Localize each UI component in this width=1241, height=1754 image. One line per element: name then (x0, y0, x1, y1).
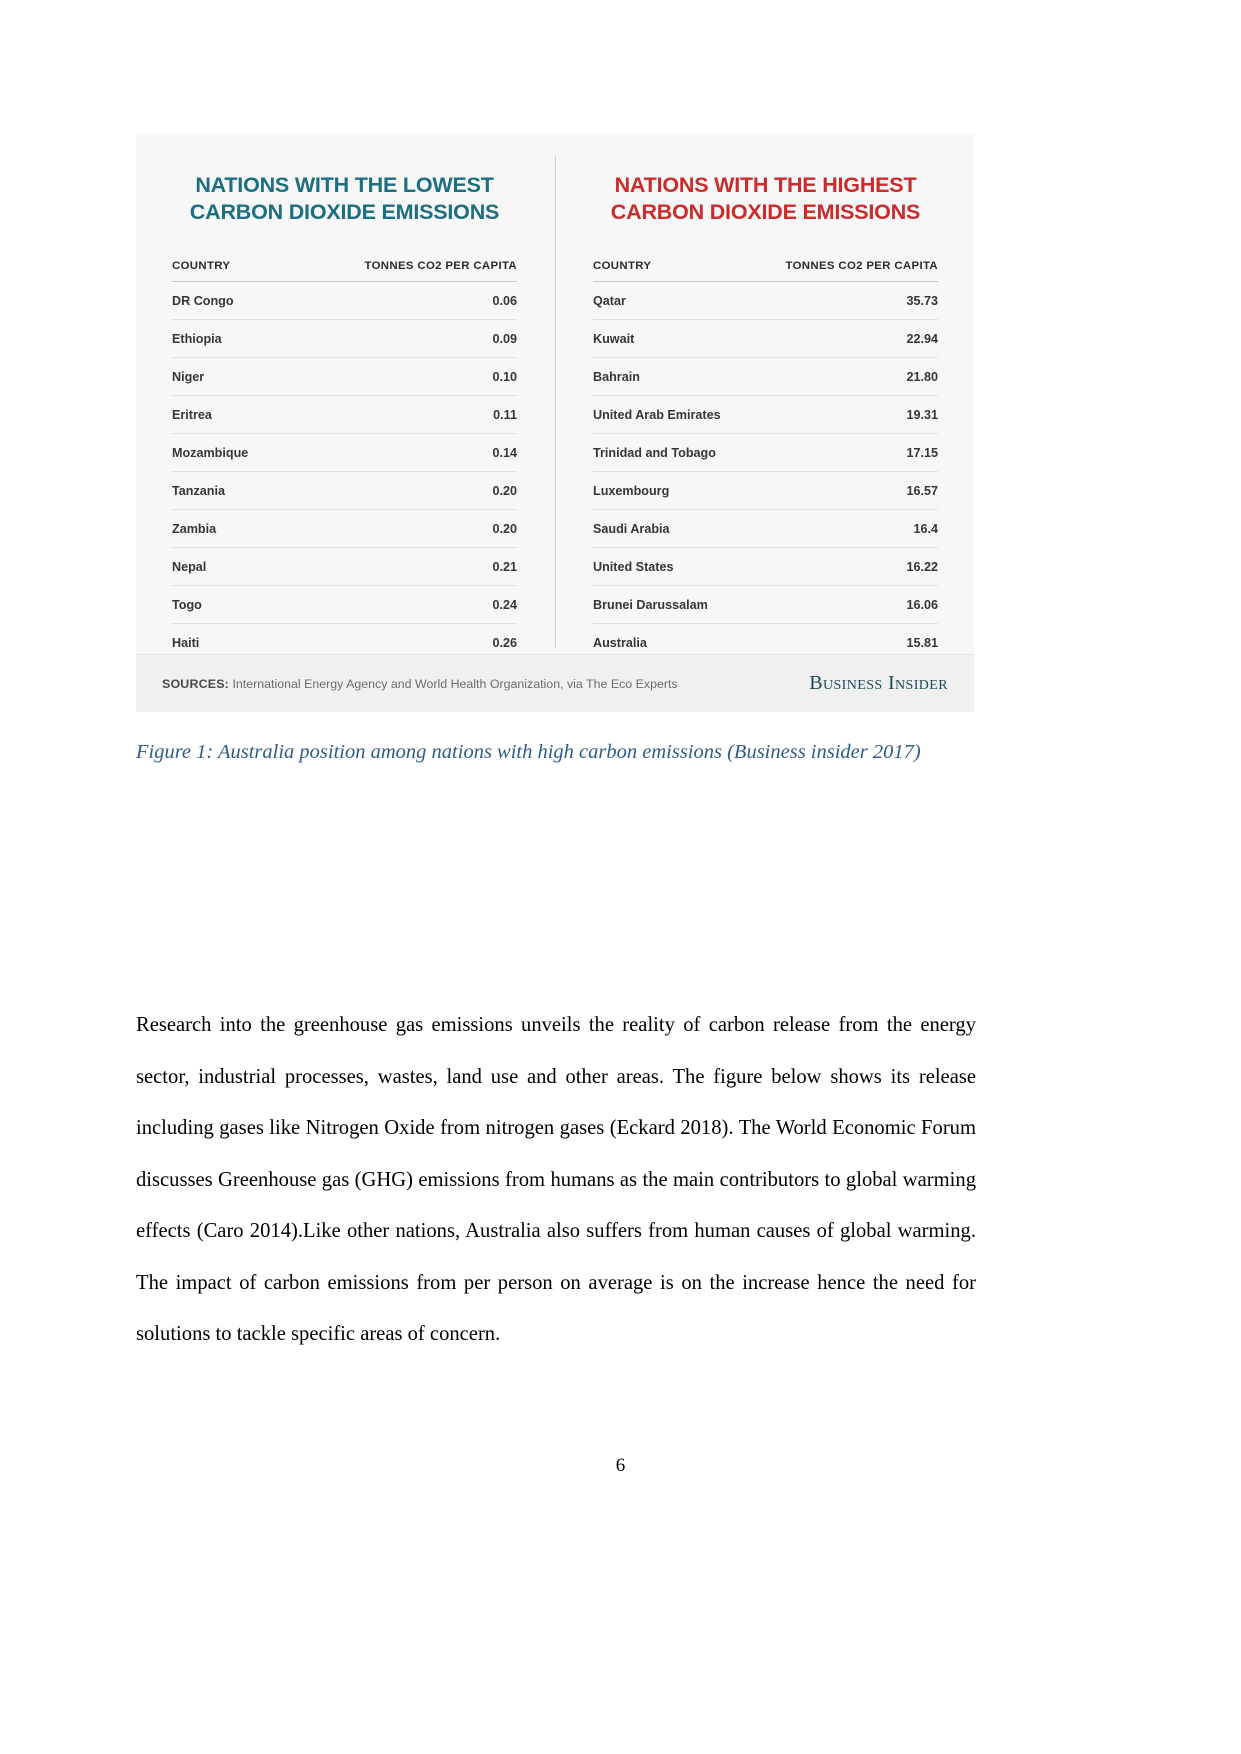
value-cell: 0.20 (287, 471, 517, 510)
table-row: Qatar 35.73 (593, 281, 938, 320)
lowest-emissions-title: NATIONS WITH THE LOWEST CARBON DIOXIDE E… (172, 172, 517, 226)
body-paragraph: Research into the greenhouse gas emissio… (136, 1014, 976, 1345)
country-cell: Kuwait (593, 319, 751, 358)
value-cell: 0.10 (287, 357, 517, 396)
country-cell: Trinidad and Tobago (593, 433, 751, 472)
value-cell: 16.57 (750, 471, 938, 510)
highest-emissions-title: NATIONS WITH THE HIGHEST CARBON DIOXIDE … (593, 172, 938, 226)
business-insider-logo: Business Insider (809, 672, 948, 694)
value-cell: 21.80 (750, 357, 938, 396)
table-row: DR Congo 0.06 (172, 281, 517, 320)
country-cell: Mozambique (172, 433, 288, 472)
table-header-row: COUNTRY TONNES CO2 PER CAPITA (593, 260, 938, 282)
table-row: Mozambique 0.14 (172, 433, 517, 472)
country-cell: Ethiopia (172, 319, 288, 358)
table-row: Brunei Darussalam 16.06 (593, 585, 938, 624)
highest-title-line-2: CARBON DIOXIDE EMISSIONS (610, 200, 921, 225)
table-header-row: COUNTRY TONNES CO2 PER CAPITA (172, 260, 517, 282)
country-cell: United Arab Emirates (593, 395, 751, 434)
table-row: Niger 0.10 (172, 357, 517, 396)
value-cell: 35.73 (750, 281, 938, 320)
table-row: Saudi Arabia 16.4 (593, 509, 938, 548)
sources-label: SOURCES: (162, 676, 230, 691)
value-cell: 17.15 (750, 433, 938, 472)
country-cell: Bahrain (593, 357, 751, 396)
figure-sources: SOURCES: International Energy Agency and… (162, 677, 678, 691)
highest-emissions-panel: NATIONS WITH THE HIGHEST CARBON DIOXIDE … (549, 160, 948, 662)
value-cell: 0.24 (287, 585, 517, 624)
value-cell: 0.21 (287, 547, 517, 586)
table-row: Tanzania 0.20 (172, 471, 517, 510)
country-cell: Brunei Darussalam (593, 585, 751, 624)
table-row: Bahrain 21.80 (593, 357, 938, 396)
table-row: Trinidad and Tobago 17.15 (593, 433, 938, 472)
table-row: Togo 0.24 (172, 585, 517, 624)
figure-1-image: NATIONS WITH THE LOWEST CARBON DIOXIDE E… (136, 134, 974, 712)
value-cell: 19.31 (750, 395, 938, 434)
country-cell: Togo (172, 585, 288, 624)
table-row: United Arab Emirates 19.31 (593, 395, 938, 434)
country-cell: DR Congo (172, 281, 288, 320)
value-cell: 0.20 (287, 509, 517, 548)
value-cell: 0.11 (287, 395, 517, 434)
country-cell: Niger (172, 357, 288, 396)
country-cell: Nepal (172, 547, 288, 586)
lowest-emissions-panel: NATIONS WITH THE LOWEST CARBON DIOXIDE E… (162, 160, 549, 662)
value-cell: 16.4 (750, 509, 938, 548)
table-row: Nepal 0.21 (172, 547, 517, 586)
lowest-emissions-table: COUNTRY TONNES CO2 PER CAPITA DR Congo 0… (172, 260, 517, 662)
value-cell: 0.14 (287, 433, 517, 472)
country-cell: Saudi Arabia (593, 509, 751, 548)
value-cell: 22.94 (750, 319, 938, 358)
value-cell: 0.06 (287, 281, 517, 320)
column-header-tonnes: TONNES CO2 PER CAPITA (364, 260, 517, 273)
country-cell: Luxembourg (593, 471, 751, 510)
country-cell: United States (593, 547, 751, 586)
table-row: Ethiopia 0.09 (172, 319, 517, 358)
value-cell: 16.22 (750, 547, 938, 586)
highest-title-line-1: NATIONS WITH THE HIGHEST (614, 173, 917, 197)
country-cell: Tanzania (172, 471, 288, 510)
table-row: Zambia 0.20 (172, 509, 517, 548)
country-cell: Zambia (172, 509, 288, 548)
column-header-country: COUNTRY (593, 260, 652, 273)
sources-text: International Energy Agency and World He… (229, 676, 678, 691)
table-row: United States 16.22 (593, 547, 938, 586)
column-header-tonnes: TONNES CO2 PER CAPITA (785, 260, 938, 273)
figure-caption: Figure 1: Australia position among natio… (136, 741, 921, 763)
country-cell: Qatar (593, 281, 751, 320)
lowest-title-line-2: CARBON DIOXIDE EMISSIONS (189, 200, 500, 225)
table-row: Eritrea 0.11 (172, 395, 517, 434)
value-cell: 16.06 (750, 585, 938, 624)
page-number: 6 (615, 1455, 626, 1476)
highest-emissions-table: COUNTRY TONNES CO2 PER CAPITA Qatar 35.7… (593, 260, 938, 662)
table-row: Kuwait 22.94 (593, 319, 938, 358)
value-cell: 0.09 (287, 319, 517, 358)
lowest-title-line-1: NATIONS WITH THE LOWEST (195, 173, 494, 197)
figure-panels: NATIONS WITH THE LOWEST CARBON DIOXIDE E… (136, 134, 974, 662)
table-row: Luxembourg 16.57 (593, 471, 938, 510)
column-header-country: COUNTRY (172, 260, 231, 273)
document-page: NATIONS WITH THE LOWEST CARBON DIOXIDE E… (0, 0, 1241, 1754)
figure-footer: SOURCES: International Energy Agency and… (136, 654, 974, 712)
country-cell: Eritrea (172, 395, 288, 434)
